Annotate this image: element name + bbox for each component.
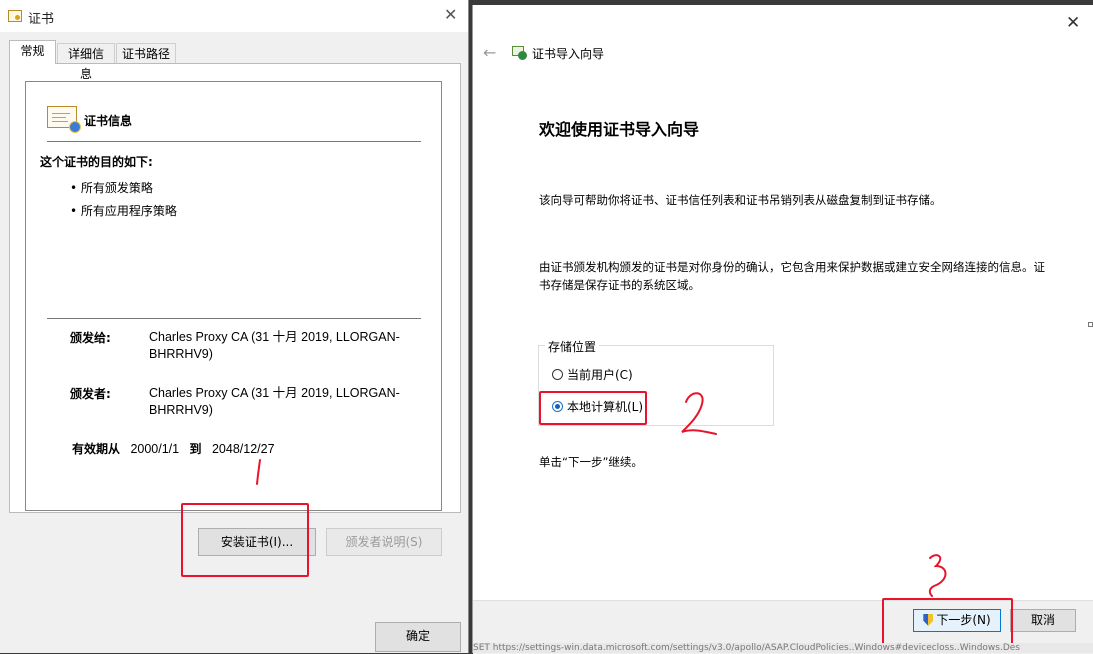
annotation-highlight-local-machine [539,391,647,425]
certificate-info-heading: 证书信息 [84,114,133,128]
purpose-heading: 这个证书的目的如下: [40,155,153,169]
wizard-title: 证书导入向导 [532,47,605,61]
annotation-highlight-install [181,503,309,577]
issued-to-value: Charles Proxy CA (31 十月 2019, LLORGAN-BH… [149,330,400,361]
valid-to-label: 到 [189,442,202,456]
resize-handle[interactable] [1088,322,1093,327]
radio-button[interactable] [552,369,563,380]
certificate-wizard-icon [512,46,527,60]
issued-to-label: 颁发给: [70,331,111,345]
valid-from-label: 有效期从 [72,442,121,456]
wizard-heading: 欢迎使用证书导入向导 [539,120,700,139]
ok-button[interactable]: 确定 [375,622,461,652]
background-status-text: SET https://settings-win.data.microsoft.… [473,643,1093,653]
certificate-icon [8,10,22,22]
tab-certification-path[interactable]: 证书路径 [116,43,176,63]
issued-by-label: 颁发者: [70,387,111,401]
valid-to-value: 2048/12/27 [211,442,275,456]
validity-row: 有效期从 2000/1/1 到 2048/12/27 [72,440,275,457]
certificate-info-icon [47,106,81,133]
close-icon[interactable]: ✕ [1066,13,1080,33]
valid-from-value: 2000/1/1 [130,442,180,456]
radio-current-user[interactable]: 当前用户(C) [552,366,633,383]
tab-details[interactable]: 详细信息 [57,43,115,81]
wizard-intro-text: 该向导可帮助你将证书、证书信任列表和证书吊销列表从磁盘复制到证书存储。 [539,193,942,207]
certificate-import-wizard [472,5,1093,653]
certificate-titlebar [0,0,468,32]
purpose-item: • 所有应用程序策略 [70,204,177,218]
certificate-dialog-title: 证书 [28,12,55,27]
wizard-description: 由证书颁发机构颁发的证书是对你身份的确认，它包含用来保护数据或建立安全网络连接的… [539,260,1045,292]
purpose-item: • 所有颁发策略 [70,181,153,195]
tab-general[interactable]: 常规 [9,40,56,64]
back-arrow-icon[interactable]: ← [483,43,496,62]
divider [47,318,421,319]
continue-instruction: 单击“下一步”继续。 [539,455,643,469]
cancel-button[interactable]: 取消 [1010,609,1076,632]
divider [47,141,421,142]
annotation-mark-2 [681,392,717,435]
issued-by-value: Charles Proxy CA (31 十月 2019, LLORGAN-BH… [149,386,400,417]
annotation-mark-3 [928,554,947,597]
radio-label: 当前用户(C) [567,368,633,382]
store-location-label: 存储位置 [545,338,600,355]
annotation-mark-1 [256,459,261,485]
close-icon[interactable]: ✕ [444,5,457,24]
issuer-statement-button[interactable]: 颁发者说明(S) [326,528,442,556]
annotation-highlight-next [882,598,1013,645]
